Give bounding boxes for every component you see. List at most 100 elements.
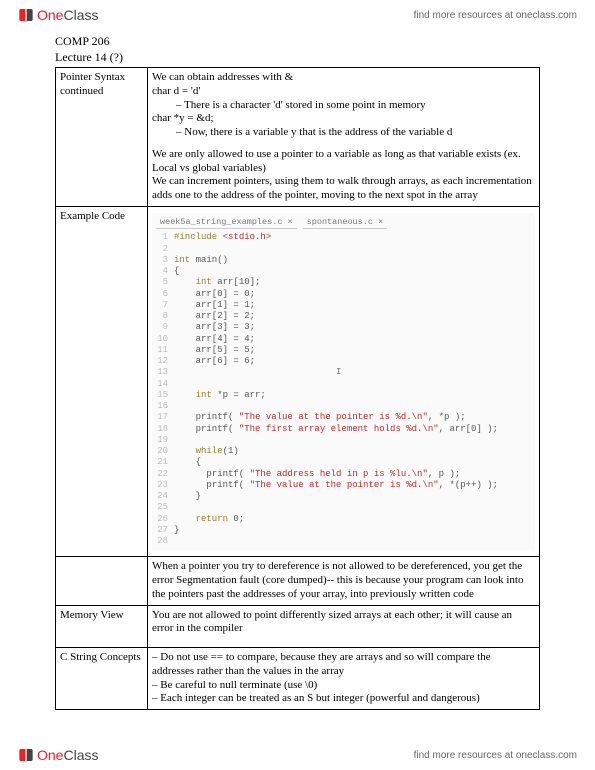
line-number: 7 — [156, 300, 174, 311]
code-line: 4{ — [156, 266, 531, 277]
line-number: 20 — [156, 446, 174, 457]
code-text: printf( "The first array element holds %… — [174, 424, 498, 435]
line-number: 24 — [156, 491, 174, 502]
content-cell: We can obtain addresses with & char d = … — [148, 68, 540, 207]
code-line: 22 printf( "The address held in p is %lu… — [156, 469, 531, 480]
topic-text: C String Concepts — [60, 651, 141, 663]
code-text: return 0; — [174, 514, 244, 525]
note-text: – There is a character 'd' stored in som… — [152, 99, 535, 113]
close-icon: × — [378, 217, 383, 227]
topic-cell — [56, 557, 148, 605]
line-number: 21 — [156, 457, 174, 468]
course-code: COMP 206 — [55, 34, 540, 49]
code-line: 21 { — [156, 457, 531, 468]
code-line: 3int main() — [156, 255, 531, 266]
lecture-title: Lecture 14 (?) — [55, 50, 540, 65]
code-line: 26 return 0; — [156, 514, 531, 525]
line-number: 15 — [156, 390, 174, 401]
code-line: 5 int arr[10]; — [156, 277, 531, 288]
topic-cell: Pointer Syntax continued — [56, 68, 148, 207]
brand-logo[interactable]: OneClass — [18, 747, 98, 763]
line-number: 28 — [156, 536, 174, 547]
code-text: { — [174, 457, 201, 468]
topic-text: Example Code — [60, 210, 125, 222]
code-line: 2 — [156, 244, 531, 255]
line-number: 3 — [156, 255, 174, 266]
code-text: while(1) — [174, 446, 239, 457]
note-text: We can obtain addresses with & — [152, 71, 293, 83]
note-text: – Now, there is a variable y that is the… — [152, 126, 535, 140]
code-screenshot: week5a_string_examples.c × spontaneous.c… — [152, 213, 535, 551]
line-number: 27 — [156, 525, 174, 536]
code-text: int main() — [174, 255, 228, 266]
line-number: 26 — [156, 514, 174, 525]
line-number: 1 — [156, 232, 174, 243]
code-line: 18 printf( "The first array element hold… — [156, 424, 531, 435]
code-text: arr[2] = 2; — [174, 311, 255, 322]
note-text: You are not allowed to point differently… — [152, 609, 512, 635]
code-text: arr[1] = 1; — [174, 300, 255, 311]
code-text: int arr[10]; — [174, 277, 260, 288]
table-row: When a pointer you try to dereference is… — [56, 557, 540, 605]
brand-one: One — [37, 7, 63, 23]
table-row: C String Concepts – Do not use == to com… — [56, 648, 540, 710]
content-cell: When a pointer you try to dereference is… — [148, 557, 540, 605]
code-text: printf( "The value at the pointer is %d.… — [174, 412, 466, 423]
note-text: – Do not use == to compare, because they… — [152, 651, 491, 677]
topic-cell: Example Code — [56, 206, 148, 557]
code-line: 23 printf( "The value at the pointer is … — [156, 480, 531, 491]
line-number: 9 — [156, 322, 174, 333]
topic-text: Pointer Syntax — [60, 71, 125, 83]
code-line: 17 printf( "The value at the pointer is … — [156, 412, 531, 423]
code-text: int *p = arr; — [174, 390, 266, 401]
code-line: 14 — [156, 379, 531, 390]
topic-cell: C String Concepts — [56, 648, 148, 710]
note-text: We are only allowed to use a pointer to … — [152, 148, 521, 174]
brand-logo[interactable]: OneClass — [18, 7, 98, 23]
line-number: 18 — [156, 424, 174, 435]
page-content: COMP 206 Lecture 14 (?) Pointer Syntax c… — [0, 30, 595, 710]
line-number: 13 — [156, 367, 174, 378]
line-number: 8 — [156, 311, 174, 322]
line-number: 2 — [156, 244, 174, 255]
code-text: arr[6] = 6; — [174, 356, 255, 367]
code-text: printf( "The address held in p is %lu.\n… — [174, 469, 460, 480]
code-text: arr[3] = 3; — [174, 322, 255, 333]
code-line: 7 arr[1] = 1; — [156, 300, 531, 311]
topic-cell: Memory View — [56, 605, 148, 648]
code-line: 8 arr[2] = 2; — [156, 311, 531, 322]
content-cell: week5a_string_examples.c × spontaneous.c… — [148, 206, 540, 557]
notes-table: Pointer Syntax continued We can obtain a… — [55, 67, 540, 710]
close-icon: × — [288, 217, 293, 227]
book-icon — [18, 747, 34, 763]
code-text: arr[4] = 4; — [174, 334, 255, 345]
code-text: arr[5] = 5; — [174, 345, 255, 356]
line-number: 5 — [156, 277, 174, 288]
line-number: 6 — [156, 289, 174, 300]
line-number: 4 — [156, 266, 174, 277]
brand-class: Class — [63, 7, 98, 23]
code-line: 16 — [156, 401, 531, 412]
code-text: arr[0] = 0; — [174, 289, 255, 300]
line-number: 14 — [156, 379, 174, 390]
line-number: 10 — [156, 334, 174, 345]
code-line: 15 int *p = arr; — [156, 390, 531, 401]
note-text: char *y = &d; — [152, 112, 214, 124]
book-icon — [18, 7, 34, 23]
content-cell: You are not allowed to point differently… — [148, 605, 540, 648]
line-number: 12 — [156, 356, 174, 367]
code-text: } — [174, 491, 201, 502]
code-line: 25 — [156, 502, 531, 513]
brand-class: Class — [63, 747, 98, 763]
note-text: – Be careful to null terminate (use \0) — [152, 679, 317, 691]
editor-tab: spontaneous.c × — [303, 216, 388, 230]
editor-tabs: week5a_string_examples.c × spontaneous.c… — [156, 216, 531, 230]
header-tagline[interactable]: find more resources at oneclass.com — [414, 10, 577, 21]
code-line: 1#include <stdio.h> — [156, 232, 531, 243]
footer-tagline[interactable]: find more resources at oneclass.com — [414, 750, 577, 761]
code-line: 24 } — [156, 491, 531, 502]
code-line: 6 arr[0] = 0; — [156, 289, 531, 300]
content-cell: – Do not use == to compare, because they… — [148, 648, 540, 710]
code-line: 19 — [156, 435, 531, 446]
line-number: 19 — [156, 435, 174, 446]
